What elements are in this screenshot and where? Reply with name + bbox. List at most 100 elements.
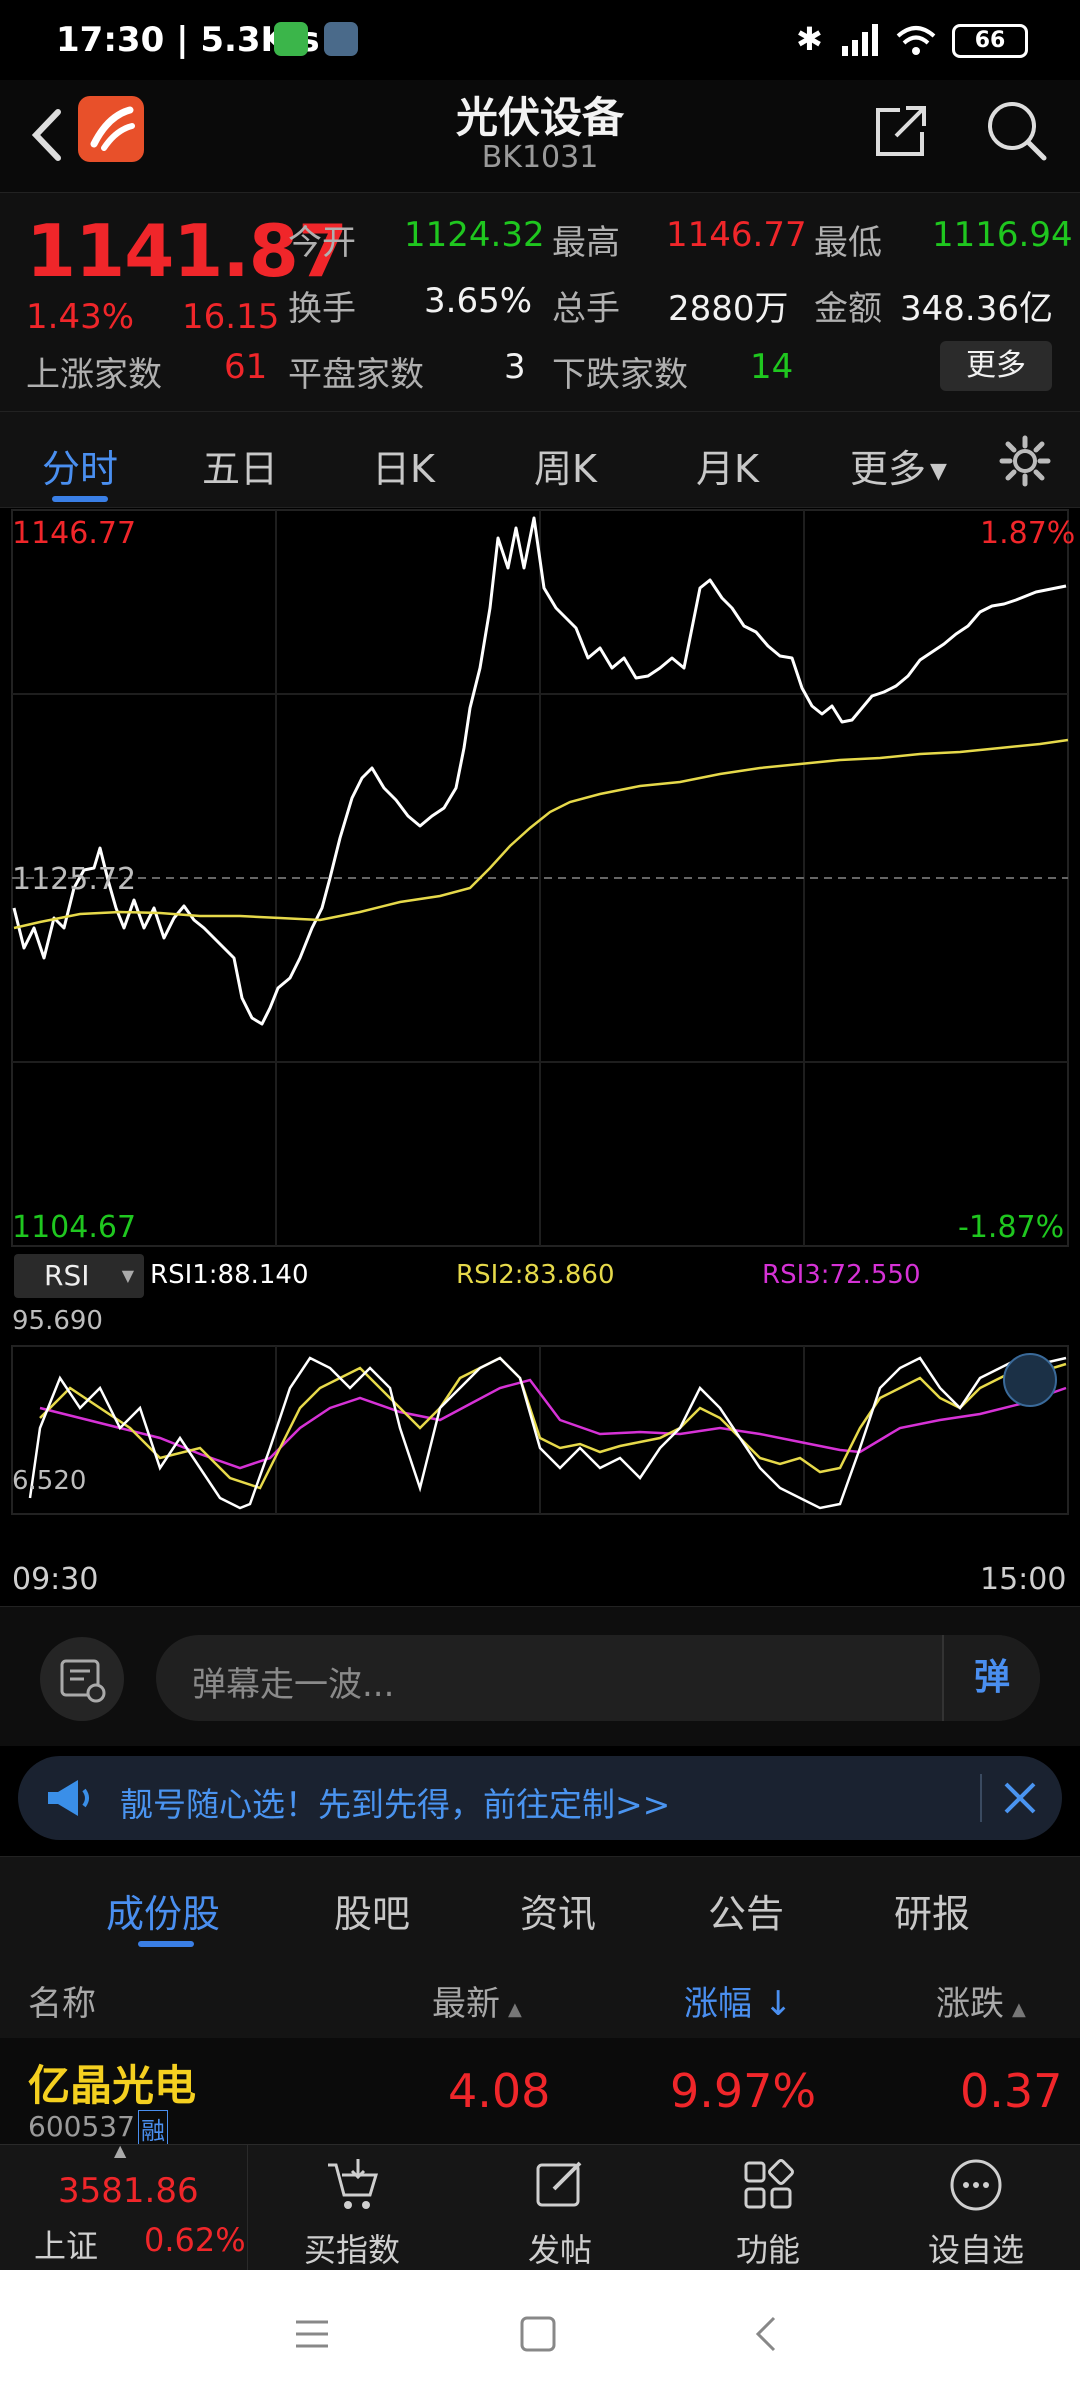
turnover-value: 3.65% — [424, 281, 533, 321]
bottom-nav: ▲ 3581.86 上证 0.62% 买指数 发帖 功能 设自选 — [0, 2141, 1080, 2271]
open-label: 今开 — [288, 223, 356, 263]
battery-icon: 66 — [952, 24, 1028, 58]
promo-banner[interactable]: 靓号随心选！先到先得，前往定制>> — [18, 1756, 1062, 1840]
time-axis-start: 09:30 — [12, 1562, 99, 1597]
up-count-label: 上涨家数 — [26, 355, 162, 395]
price-axis-bottom: 1104.67 — [12, 1210, 137, 1245]
index-name: 上证 — [34, 2227, 99, 2265]
high-label: 最高 — [552, 223, 620, 263]
header-bar: 光伏设备 BK1031 — [0, 80, 1080, 192]
status-bar: 17:30 | 5.3K/s ✱ 66 — [0, 0, 1080, 80]
gear-icon — [999, 435, 1051, 487]
tab-announcements[interactable]: 公告 — [708, 1883, 784, 1938]
share-button[interactable] — [870, 100, 932, 166]
nav-post[interactable]: 发帖 — [460, 2145, 660, 2271]
quote-panel: 1141.87 1.43% 16.15 今开 1124.32 最高 1146.7… — [0, 192, 1080, 412]
danmaku-list-button[interactable] — [40, 1637, 124, 1721]
bluetooth-icon: ✱ — [796, 20, 823, 58]
home-icon — [520, 2316, 556, 2352]
rsi2-value: RSI2:83.860 — [456, 1260, 615, 1290]
arrow-down-icon: ↓ — [764, 1984, 793, 2024]
flat-count-label: 平盘家数 — [288, 355, 424, 395]
col-chg-sort[interactable]: 涨跌 ▲ — [936, 1976, 1026, 2025]
rsi3-value: RSI3:72.550 — [762, 1260, 921, 1290]
danmaku-input[interactable]: 弹幕走一波... 弹 — [156, 1635, 1040, 1721]
indicator-select[interactable]: RSI ▼ — [14, 1254, 144, 1298]
pct-axis-bottom: -1.87% — [958, 1210, 1065, 1245]
share-icon — [876, 106, 926, 156]
stock-name: 亿晶光电 — [28, 2061, 197, 2110]
rsi1-line — [28, 1356, 1067, 1510]
promo-text: 靓号随心选！先到先得，前往定制>> — [120, 1785, 671, 1824]
tab-news[interactable]: 资讯 — [520, 1883, 596, 1938]
col-name: 名称 — [28, 1984, 96, 2024]
search-button[interactable] — [984, 98, 1050, 168]
tab-intraday[interactable]: 分时 — [42, 438, 118, 493]
stock-chg: 0.37 — [960, 2064, 1063, 2118]
index-pct: 0.62% — [144, 2221, 246, 2259]
chart-settings-button[interactable] — [998, 434, 1052, 492]
low-value: 1116.94 — [932, 215, 1073, 255]
megaphone-icon — [44, 1776, 96, 1824]
price-axis-mid: 1125.72 — [12, 862, 137, 897]
system-back-button[interactable] — [746, 2312, 790, 2360]
table-row[interactable]: 亿晶光电 600537 融 4.08 9.97% 0.37 — [0, 2038, 1080, 2147]
tab-weekly-k[interactable]: 周K — [534, 438, 597, 493]
index-ticker[interactable]: ▲ 3581.86 上证 0.62% — [0, 2141, 248, 2271]
danmaku-send-button[interactable]: 弹 — [942, 1635, 1040, 1721]
chart-canvas — [11, 509, 1069, 1515]
col-pct-sort[interactable]: 涨幅 ↓ — [684, 1976, 793, 2025]
active-tab-indicator — [52, 496, 108, 502]
low-label: 最低 — [814, 223, 882, 263]
system-nav-bar — [0, 2270, 1080, 2400]
flat-count-value: 3 — [504, 347, 526, 387]
down-count-label: 下跌家数 — [552, 355, 688, 395]
table-header: 名称 最新 ▲ 涨幅 ↓ 涨跌 ▲ — [0, 1956, 1080, 2038]
more-circle-icon — [950, 2159, 1002, 2211]
up-count-value: 61 — [224, 347, 268, 387]
caret-down-icon: ▼ — [930, 459, 947, 484]
tab-research[interactable]: 研报 — [894, 1883, 970, 1938]
section-tabs: 成份股 股吧 资讯 公告 研报 — [0, 1856, 1080, 1956]
margin-badge: 融 — [138, 2110, 168, 2147]
menu-button[interactable] — [292, 2314, 332, 2358]
tab-monthly-k[interactable]: 月K — [696, 438, 759, 493]
close-banner-button[interactable] — [992, 1770, 1048, 1830]
more-quote-button[interactable]: 更多 — [940, 341, 1052, 391]
col-last-sort[interactable]: 最新 ▲ — [432, 1976, 522, 2025]
settings-notification-icon — [324, 22, 358, 56]
caret-up-icon: ▲ — [114, 2141, 127, 2160]
rsi1-value: RSI1:88.140 — [150, 1260, 309, 1290]
high-value: 1146.77 — [666, 215, 807, 255]
nav-buy-index[interactable]: 买指数 — [252, 2145, 452, 2271]
tab-more-periods[interactable]: 更多 ▼ — [850, 438, 947, 493]
chevron-left-icon — [755, 2316, 776, 2352]
stock-pct: 9.97% — [670, 2064, 817, 2118]
tab-constituents[interactable]: 成份股 — [106, 1883, 220, 1938]
nav-add-watchlist[interactable]: 设自选 — [876, 2145, 1076, 2271]
edit-icon — [536, 2161, 582, 2207]
volume-label: 总手 — [552, 289, 620, 329]
tab-forum[interactable]: 股吧 — [334, 1883, 410, 1938]
home-button[interactable] — [516, 2312, 560, 2360]
nav-functions[interactable]: 功能 — [668, 2145, 868, 2271]
sort-icon: ▲ — [1012, 1999, 1026, 2020]
volume-value: 2880万 — [668, 289, 789, 329]
tab-five-day[interactable]: 五日 — [202, 438, 278, 493]
app-notification-icon — [274, 22, 308, 56]
period-tabs: 分时 五日 日K 周K 月K 更多 ▼ — [0, 412, 1080, 508]
rsi2-line — [39, 1356, 1067, 1490]
tab-daily-k[interactable]: 日K — [372, 438, 435, 493]
intraday-chart[interactable]: 1146.77 1.87% 1125.72 1104.67 -1.87% RSI… — [0, 508, 1080, 1606]
wifi-icon — [894, 22, 938, 62]
cart-icon — [328, 2159, 379, 2209]
time-axis-end: 15:00 — [980, 1562, 1067, 1597]
rsi-axis-max: 95.690 — [12, 1306, 103, 1336]
rsi3-line — [39, 1378, 1067, 1470]
active-tab-indicator — [138, 1941, 194, 1947]
turnover-label: 换手 — [288, 289, 356, 329]
amount-label: 金额 — [814, 289, 882, 329]
caret-down-icon: ▼ — [121, 1266, 134, 1285]
stock-last: 4.08 — [448, 2064, 551, 2118]
sort-icon: ▲ — [508, 1999, 522, 2020]
